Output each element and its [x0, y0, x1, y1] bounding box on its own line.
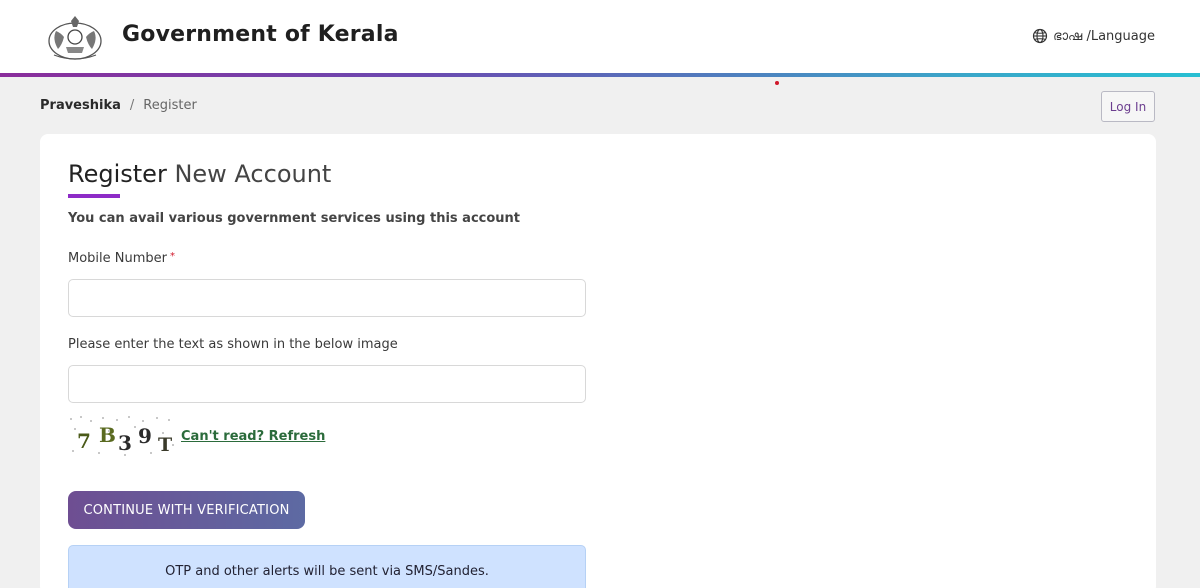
breadcrumb: Praveshika / Register — [40, 98, 197, 113]
header-accent-bar — [0, 73, 1200, 77]
captcha-char-5: T — [158, 434, 172, 456]
continue-verification-button[interactable]: CONTINUE WITH VERIFICATION — [68, 491, 305, 529]
captcha-char-1: 7 — [77, 429, 91, 453]
captcha-image: 7 B 3 9 T — [70, 416, 174, 456]
page-subtitle: You can avail various government service… — [68, 211, 521, 226]
breadcrumb-separator: / — [129, 98, 135, 113]
mobile-number-label: Mobile Number * — [68, 251, 175, 266]
captcha-char-3: 3 — [118, 431, 132, 455]
otp-info-alert: OTP and other alerts will be sent via SM… — [68, 545, 586, 588]
page-title: Register New Account — [68, 160, 331, 188]
title-underline — [68, 194, 120, 198]
captcha-char-4: 9 — [138, 424, 152, 448]
page-title-new-account: New Account — [174, 160, 332, 188]
mobile-number-label-text: Mobile Number — [68, 251, 167, 266]
captcha-input[interactable] — [68, 365, 586, 403]
site-header: Government of Kerala ഭാഷ /Language — [0, 0, 1200, 74]
site-title: Government of Kerala — [122, 22, 399, 47]
page-title-register: Register — [68, 160, 167, 188]
globe-icon — [1032, 28, 1048, 44]
login-button[interactable]: Log In — [1101, 91, 1155, 122]
language-label: ഭാഷ /Language — [1053, 28, 1155, 44]
register-card: Register New Account You can avail vario… — [40, 134, 1156, 588]
captcha-char-2: B — [99, 423, 116, 447]
breadcrumb-current: Register — [143, 98, 197, 113]
language-selector[interactable]: ഭാഷ /Language — [1032, 28, 1155, 44]
kerala-emblem-logo — [48, 16, 102, 60]
breadcrumb-home-link[interactable]: Praveshika — [40, 98, 121, 113]
mobile-number-input[interactable] — [68, 279, 586, 317]
decorative-dot — [775, 81, 779, 85]
captcha-prompt-label: Please enter the text as shown in the be… — [68, 337, 398, 352]
required-mark: * — [170, 251, 175, 262]
captcha-refresh-link[interactable]: Can't read? Refresh — [181, 429, 325, 444]
